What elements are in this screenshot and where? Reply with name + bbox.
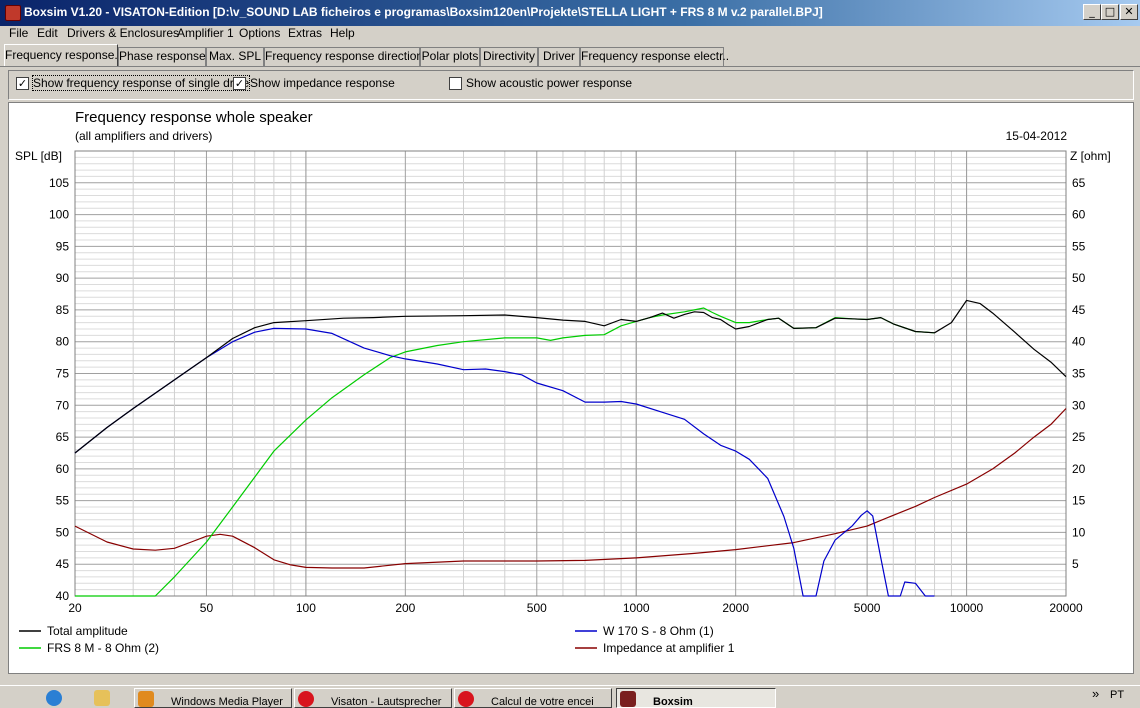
y-tick-label: 40 — [56, 589, 70, 603]
plot-panel: 40 45 50 55 60 65 70 75 80 85 90 95 100 105 5 10 15 20 25 3… — [8, 102, 1134, 674]
y-tick-label: 85 — [56, 303, 70, 317]
internet-explorer-icon — [46, 690, 62, 706]
acoustic-power-checkbox-box[interactable] — [449, 77, 462, 90]
y-tick-label: 50 — [56, 525, 70, 539]
boxsim-app-icon — [5, 5, 21, 21]
tab-polar-plots[interactable]: Polar plots — [420, 47, 480, 66]
y2-tick-label: 10 — [1072, 525, 1086, 539]
language-indicator[interactable]: PT — [1110, 689, 1124, 701]
y-tick-label: 100 — [49, 208, 69, 222]
x-tick-label: 100 — [296, 601, 316, 615]
impedance-checkbox-label[interactable]: Show impedance response — [250, 76, 395, 90]
tab-strip: Frequency response. Phase response Max. … — [0, 44, 1140, 67]
maximize-button[interactable]: □ — [1101, 4, 1119, 20]
y2-tick-label: 5 — [1072, 557, 1079, 571]
single-driver-checkbox-box[interactable]: ✓ — [16, 77, 29, 90]
taskbar-chevron[interactable]: » — [1092, 686, 1099, 701]
y-tick-label: 70 — [56, 398, 70, 412]
series-line-0 — [74, 299, 1067, 454]
y-tick-label: 75 — [56, 367, 70, 381]
impedance-checkbox-box[interactable]: ✓ — [233, 77, 246, 90]
y2-tick-label: 65 — [1072, 176, 1086, 190]
y-tick-label: 60 — [56, 462, 70, 476]
frequency-response-chart: 40 45 50 55 60 65 70 75 80 85 90 95 100 105 5 10 15 20 25 3… — [15, 109, 1111, 655]
folder-quicklaunch[interactable] — [84, 688, 124, 706]
taskbar-item-label: Visaton - Lautsprecher — [331, 696, 442, 708]
legend-label: W 170 S - 8 Ohm (1) — [603, 624, 714, 638]
taskbar-item-label: Windows Media Player — [171, 696, 283, 708]
taskbar-boxsim[interactable]: Boxsim — [616, 688, 776, 708]
y-tick-label: 55 — [56, 494, 70, 508]
chart-title: Frequency response whole speaker — [75, 109, 313, 126]
title-bar: Boxsim V1.20 - VISATON-Edition [D:\v_SOU… — [0, 0, 1140, 26]
legend-label: Impedance at amplifier 1 — [603, 641, 735, 655]
y2-tick-label: 20 — [1072, 462, 1086, 476]
x-tick-label: 2000 — [722, 601, 749, 615]
y-tick-label: 95 — [56, 239, 70, 253]
taskbar-item-label: Calcul de votre encei — [491, 696, 594, 708]
taskbar-calcul[interactable]: Calcul de votre encei — [454, 688, 612, 708]
y2-axis-label: Z [ohm] — [1070, 149, 1111, 163]
close-button[interactable]: ✕ — [1120, 4, 1138, 20]
taskbar-item-label: Boxsim — [653, 696, 693, 708]
tab-frequency-response-directions[interactable]: Frequency response directions — [264, 47, 429, 66]
x-tick-label: 50 — [200, 601, 214, 615]
x-tick-label: 20 — [68, 601, 82, 615]
legend-label: Total amplitude — [47, 624, 128, 638]
tab-driver[interactable]: Driver — [538, 47, 580, 66]
menu-file[interactable]: File — [9, 26, 28, 40]
y-tick-label: 105 — [49, 176, 69, 190]
menu-help[interactable]: Help — [330, 26, 355, 40]
chart-date: 15-04-2012 — [1006, 129, 1068, 143]
window-title: Boxsim V1.20 - VISATON-Edition [D:\v_SOU… — [24, 5, 823, 19]
minimize-button[interactable]: _ — [1083, 4, 1101, 20]
ie-quicklaunch[interactable] — [36, 688, 76, 706]
taskbar: Windows Media Player Visaton - Lautsprec… — [0, 685, 1140, 708]
x-tick-label: 1000 — [623, 601, 650, 615]
y2-tick-label: 15 — [1072, 494, 1086, 508]
chart-subtitle: (all amplifiers and drivers) — [75, 129, 212, 143]
y2-tick-label: 50 — [1072, 271, 1086, 285]
y2-tick-label: 60 — [1072, 208, 1086, 222]
y2-tick-label: 25 — [1072, 430, 1086, 444]
menu-amplifier-1[interactable]: Amplifier 1 — [177, 26, 234, 40]
y2-tick-label: 55 — [1072, 239, 1086, 253]
y-axis-label: SPL [dB] — [15, 149, 62, 163]
y-tick-label: 80 — [56, 335, 70, 349]
start-button[interactable] — [0, 688, 30, 706]
tab-max-spl[interactable]: Max. SPL — [206, 47, 264, 66]
y2-tick-label: 45 — [1072, 303, 1086, 317]
acoustic-power-checkbox-label[interactable]: Show acoustic power response — [466, 76, 632, 90]
single-driver-checkbox-label[interactable]: Show frequency response of single drive — [31, 75, 251, 91]
x-tick-label: 500 — [527, 601, 547, 615]
y2-tick-label: 30 — [1072, 398, 1086, 412]
menu-bar: File Edit Drivers & Enclosures Amplifier… — [0, 26, 1140, 43]
y2-tick-label: 40 — [1072, 335, 1086, 349]
folder-icon — [94, 690, 110, 706]
taskbar-visaton[interactable]: Visaton - Lautsprecher — [294, 688, 452, 708]
y-tick-label: 90 — [56, 271, 70, 285]
tab-directivity[interactable]: Directivity — [480, 47, 538, 66]
x-tick-label: 5000 — [854, 601, 881, 615]
y2-tick-label: 35 — [1072, 367, 1086, 381]
y-tick-label: 65 — [56, 430, 70, 444]
x-tick-label: 10000 — [950, 601, 984, 615]
x-tick-label: 20000 — [1049, 601, 1083, 615]
menu-options[interactable]: Options — [239, 26, 280, 40]
tab-frequency-response[interactable]: Frequency response. — [4, 44, 118, 66]
tab-phase-response[interactable]: Phase response — [118, 47, 206, 66]
menu-drivers-enclosures[interactable]: Drivers & Enclosures — [67, 26, 179, 40]
legend-label: FRS 8 M - 8 Ohm (2) — [47, 641, 159, 655]
tab-frequency-response-electr[interactable]: Frequency response electr.. — [580, 47, 729, 66]
x-tick-label: 200 — [395, 601, 415, 615]
menu-edit[interactable]: Edit — [37, 26, 58, 40]
menu-extras[interactable]: Extras — [288, 26, 322, 40]
y-tick-label: 45 — [56, 557, 70, 571]
taskbar-windows-media-player[interactable]: Windows Media Player — [134, 688, 292, 708]
